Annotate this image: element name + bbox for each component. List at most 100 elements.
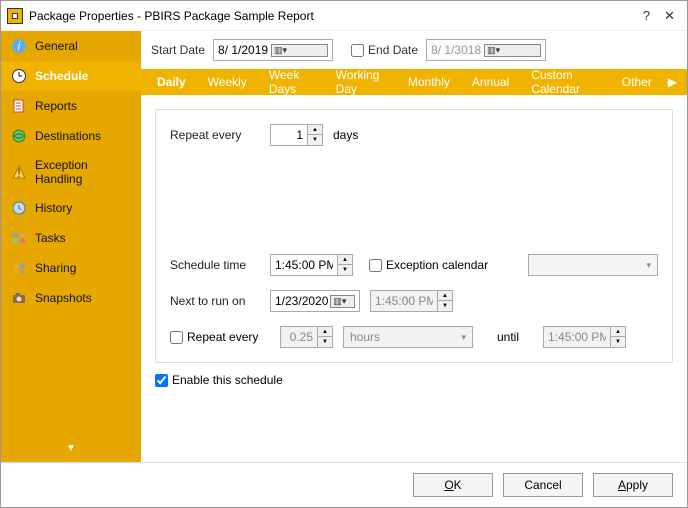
repeat-interval-label: Repeat every: [187, 330, 258, 344]
until-label: until: [497, 330, 519, 344]
tab-annual[interactable]: Annual: [462, 71, 519, 93]
enable-schedule-checkbox[interactable]: Enable this schedule: [155, 373, 673, 387]
sidebar-item-label: Reports: [35, 99, 77, 113]
cancel-button[interactable]: Cancel: [503, 473, 583, 497]
chevron-down-icon: ▾: [646, 260, 651, 271]
end-date-checkbox[interactable]: End Date: [351, 43, 418, 57]
tab-content: Repeat every ▲▼ days Schedule time ▲▼: [141, 95, 687, 462]
sidebar-item-label: Snapshots: [35, 291, 92, 305]
warning-icon: !: [11, 164, 27, 180]
schedule-tabs: Daily Weekly Week Days Working Day Month…: [141, 69, 687, 95]
end-date-check-input[interactable]: [351, 44, 364, 57]
start-date-input[interactable]: 8/ 1/2019 ▥▾: [213, 39, 333, 61]
sidebar: i General Schedule Reports Destinations …: [1, 31, 141, 462]
spin-up-icon[interactable]: ▲: [338, 255, 352, 265]
history-icon: [11, 200, 27, 216]
sidebar-item-destinations[interactable]: Destinations: [1, 121, 141, 151]
daily-panel: Repeat every ▲▼ days Schedule time ▲▼: [155, 109, 673, 363]
main-panel: Start Date 8/ 1/2019 ▥▾ End Date 8/ 1/30…: [141, 31, 687, 462]
repeat-interval-checkbox[interactable]: Repeat every: [170, 330, 270, 344]
spin-up-icon[interactable]: ▲: [308, 125, 322, 135]
repeat-every-spinner[interactable]: ▲▼: [270, 124, 323, 146]
sidebar-item-general[interactable]: i General: [1, 31, 141, 61]
sidebar-item-exception-handling[interactable]: ! Exception Handling: [1, 151, 141, 193]
tasks-icon: [11, 230, 27, 246]
spin-down-icon[interactable]: ▼: [308, 135, 322, 145]
end-date-value: 8/ 1/3018: [431, 43, 482, 57]
repeat-every-label: Repeat every: [170, 128, 260, 142]
repeat-interval-row: Repeat every ▲▼ hours ▾ until: [170, 326, 658, 348]
sidebar-item-history[interactable]: History: [1, 193, 141, 223]
next-run-date-input[interactable]: 1/23/2020 ▥▾: [270, 290, 360, 312]
spin-up-icon: ▲: [318, 327, 332, 337]
clock-icon: [11, 68, 27, 84]
calendar-dropdown-icon[interactable]: ▥▾: [330, 295, 355, 308]
enable-schedule-check-input[interactable]: [155, 374, 168, 387]
start-date-label: Start Date: [151, 43, 205, 57]
sidebar-item-label: Schedule: [35, 69, 88, 83]
end-date-label: End Date: [368, 43, 418, 57]
schedule-time-value[interactable]: [271, 258, 337, 272]
sidebar-item-label: General: [35, 39, 78, 53]
spin-down-icon[interactable]: ▼: [338, 265, 352, 275]
tabs-scroll-right-icon[interactable]: ▶: [664, 75, 681, 89]
repeat-interval-check-input[interactable]: [170, 331, 183, 344]
sidebar-item-schedule[interactable]: Schedule: [1, 61, 141, 91]
sidebar-item-snapshots[interactable]: Snapshots: [1, 283, 141, 313]
next-run-time-spinner: ▲▼: [370, 290, 453, 312]
repeat-unit-value: hours: [350, 330, 380, 344]
until-time-value: [544, 330, 610, 344]
close-button[interactable]: ✕: [664, 8, 675, 24]
help-button[interactable]: ?: [643, 8, 650, 24]
next-run-time-value: [371, 294, 437, 308]
tab-weekly[interactable]: Weekly: [198, 71, 257, 93]
dialog-body: i General Schedule Reports Destinations …: [1, 31, 687, 462]
end-date-input: 8/ 1/3018 ▥▾: [426, 39, 546, 61]
svg-text:i: i: [18, 39, 21, 53]
next-run-label: Next to run on: [170, 294, 260, 308]
report-icon: [11, 98, 27, 114]
sidebar-item-tasks[interactable]: Tasks: [1, 223, 141, 253]
spin-down-icon: ▼: [611, 337, 625, 347]
repeat-every-value[interactable]: [271, 128, 307, 142]
ok-button[interactable]: OK: [413, 473, 493, 497]
repeat-interval-spinner: ▲▼: [280, 326, 333, 348]
schedule-time-spinner[interactable]: ▲▼: [270, 254, 353, 276]
window-title: Package Properties - PBIRS Package Sampl…: [29, 9, 643, 23]
enable-schedule-label: Enable this schedule: [172, 373, 283, 387]
until-time-spinner: ▲▼: [543, 326, 626, 348]
tab-other[interactable]: Other: [612, 71, 662, 93]
dialog-footer: OK Cancel Apply: [1, 462, 687, 507]
tab-monthly[interactable]: Monthly: [398, 71, 460, 93]
sidebar-collapse-icon[interactable]: ▼: [1, 435, 141, 462]
repeat-interval-value: [281, 330, 317, 344]
titlebar: Package Properties - PBIRS Package Sampl…: [1, 1, 687, 31]
repeat-every-row: Repeat every ▲▼ days: [170, 124, 658, 146]
sidebar-item-label: Sharing: [35, 261, 76, 275]
sidebar-item-label: History: [35, 201, 72, 215]
repeat-unit-label: days: [333, 128, 358, 142]
sidebar-item-sharing[interactable]: Sharing: [1, 253, 141, 283]
next-run-date-value: 1/23/2020: [275, 294, 328, 308]
svg-text:!: !: [17, 166, 20, 180]
globe-icon: [11, 128, 27, 144]
apply-button[interactable]: Apply: [593, 473, 673, 497]
exception-calendar-check-input[interactable]: [369, 259, 382, 272]
schedule-time-label: Schedule time: [170, 258, 260, 272]
spin-down-icon: ▼: [438, 301, 452, 311]
next-run-row: Next to run on 1/23/2020 ▥▾ ▲▼: [170, 290, 658, 312]
tab-daily[interactable]: Daily: [147, 71, 196, 93]
spin-up-icon: ▲: [611, 327, 625, 337]
exception-calendar-checkbox[interactable]: Exception calendar: [369, 258, 488, 272]
info-icon: i: [11, 38, 27, 54]
spin-up-icon: ▲: [438, 291, 452, 301]
sidebar-item-reports[interactable]: Reports: [1, 91, 141, 121]
camera-icon: [11, 290, 27, 306]
calendar-dropdown-icon[interactable]: ▥▾: [271, 44, 328, 57]
sidebar-item-label: Destinations: [35, 129, 101, 143]
dialog-window: Package Properties - PBIRS Package Sampl…: [0, 0, 688, 508]
exception-calendar-label: Exception calendar: [386, 258, 488, 272]
repeat-unit-combo: hours ▾: [343, 326, 473, 348]
schedule-time-row: Schedule time ▲▼ Exception calendar ▾: [170, 254, 658, 276]
sidebar-item-label: Exception Handling: [35, 158, 131, 186]
